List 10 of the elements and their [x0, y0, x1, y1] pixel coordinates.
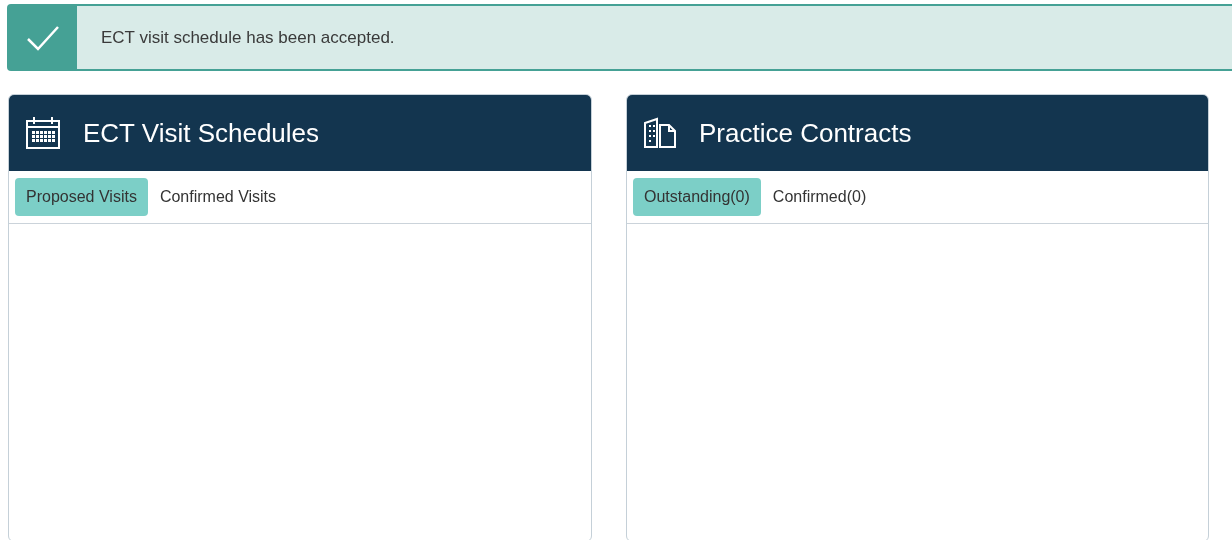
tab[interactable]: Proposed Visits: [15, 178, 148, 216]
building-document-icon: [643, 117, 677, 149]
tab[interactable]: Confirmed(0): [766, 178, 873, 216]
alert-message: ECT visit schedule has been accepted.: [100, 26, 395, 49]
tab[interactable]: Confirmed Visits: [153, 178, 283, 216]
calendar-icon: [25, 116, 61, 150]
checkmark-icon: [26, 24, 60, 51]
tab[interactable]: Outstanding(0): [633, 178, 761, 216]
panel-title: Practice Contracts: [699, 117, 912, 149]
panel-title: ECT Visit Schedules: [83, 117, 320, 149]
